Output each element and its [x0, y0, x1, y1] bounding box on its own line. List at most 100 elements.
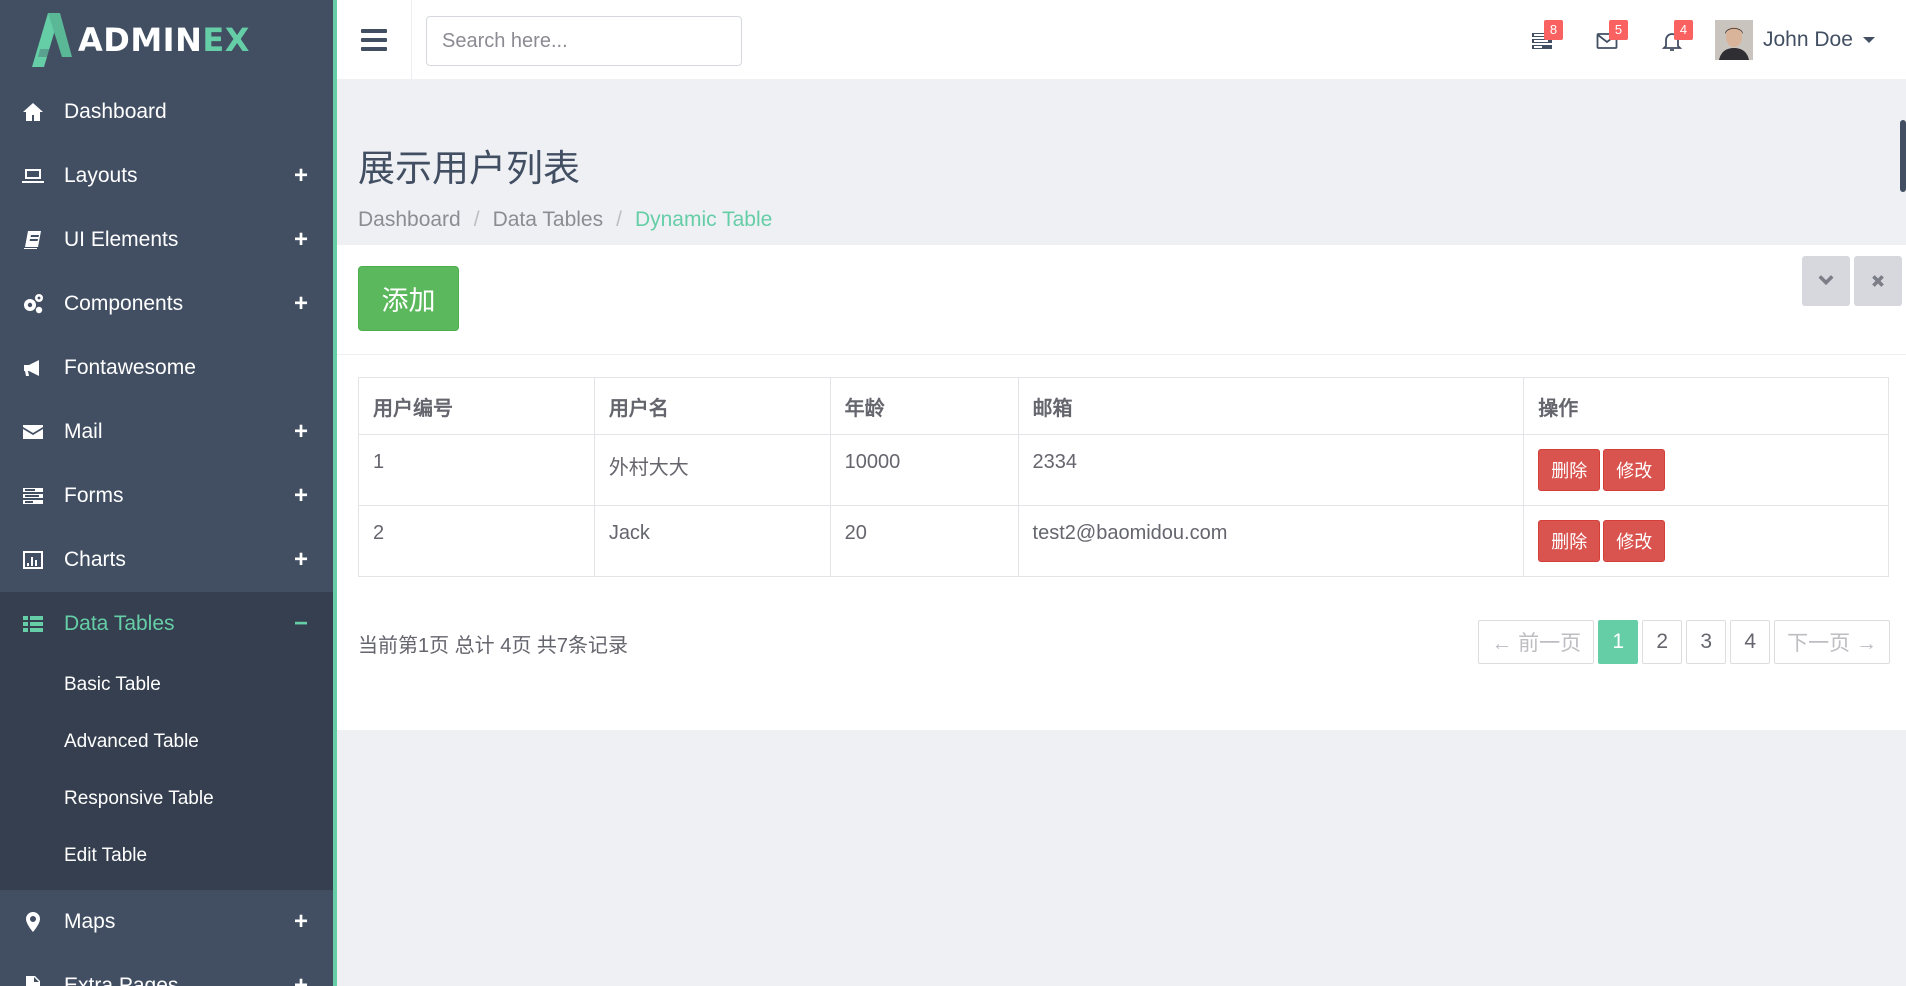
- user-table-wrapper: 用户编号 用户名 年龄 邮箱 操作 1 外村大大 10000 2334 删除 修改: [358, 377, 1889, 577]
- sidebar-item-layouts[interactable]: Layouts +: [0, 144, 333, 208]
- tasks-notification[interactable]: 8: [1525, 20, 1563, 58]
- sidebar-item-maps[interactable]: Maps +: [0, 890, 333, 954]
- sidebar-item-charts[interactable]: Charts +: [0, 528, 333, 592]
- logo-icon: [32, 13, 72, 67]
- table-panel: 添加 用户编号 用户名 年龄 邮箱 操作 1 外村大大 10000 2334 删…: [337, 245, 1906, 730]
- envelope-icon: [20, 419, 46, 445]
- alerts-notification[interactable]: 4: [1655, 20, 1693, 58]
- sidebar-item-components[interactable]: Components +: [0, 272, 333, 336]
- minus-icon: −: [293, 610, 308, 637]
- plus-icon: +: [293, 908, 308, 935]
- close-icon: [1872, 275, 1884, 287]
- edit-button[interactable]: 修改: [1603, 449, 1666, 491]
- laptop-icon: [20, 163, 46, 189]
- bullhorn-icon: [20, 355, 46, 381]
- column-header-age: 年龄: [829, 377, 1019, 435]
- avatar: [1715, 20, 1753, 60]
- breadcrumb: Dashboard / Data Tables / Dynamic Table: [358, 208, 772, 232]
- mail-notification[interactable]: 5: [1590, 20, 1628, 58]
- search-input[interactable]: [426, 16, 742, 66]
- page-button-4[interactable]: 4: [1730, 620, 1771, 664]
- scrollbar-thumb[interactable]: [1900, 120, 1906, 192]
- submenu-item-advanced-table[interactable]: Advanced Table: [0, 713, 333, 770]
- breadcrumb-item-current: Dynamic Table: [634, 208, 773, 231]
- sidebar-item-label: UI Elements: [64, 228, 179, 251]
- page-button-1[interactable]: 1: [1598, 620, 1639, 664]
- home-icon: [20, 99, 46, 125]
- sidebar-item-label: Mail: [64, 420, 103, 443]
- column-header-email: 邮箱: [1017, 377, 1525, 435]
- sidebar-item-dashboard[interactable]: Dashboard: [0, 80, 333, 144]
- user-name: John Doe: [1763, 28, 1853, 51]
- pagination-info: 当前第1页 总计 4页 共7条记录: [358, 635, 629, 657]
- cell-id: 1: [358, 434, 595, 506]
- user-menu[interactable]: John Doe: [1715, 18, 1875, 62]
- cell-id: 2: [358, 505, 595, 577]
- cell-age: 10000: [829, 434, 1019, 506]
- breadcrumb-separator: /: [473, 208, 480, 231]
- cell-actions: 删除 修改: [1523, 505, 1889, 577]
- submenu-item-edit-table[interactable]: Edit Table: [0, 827, 333, 884]
- sidebar-nav-lower: Maps + Extra Pages +: [0, 890, 333, 986]
- book-icon: [20, 227, 46, 253]
- cell-email: test2@baomidou.com: [1017, 505, 1525, 577]
- plus-icon: +: [293, 226, 308, 253]
- page-heading: 展示用户列表 Dashboard / Data Tables / Dynamic…: [358, 138, 772, 232]
- sidebar-item-extra-pages[interactable]: Extra Pages +: [0, 954, 333, 986]
- brand-name: ADMINEX: [78, 21, 250, 59]
- submenu-item-responsive-table[interactable]: Responsive Table: [0, 770, 333, 827]
- column-header-name: 用户名: [593, 377, 831, 435]
- sidebar-item-data-tables[interactable]: Data Tables −: [0, 592, 333, 656]
- table-row: 1 外村大大 10000 2334 删除 修改: [358, 434, 1889, 506]
- pagination: ← 前一页 1 2 3 4 下一页 →: [1474, 620, 1890, 664]
- sidebar-item-forms[interactable]: Forms +: [0, 464, 333, 528]
- breadcrumb-item-dashboard[interactable]: Dashboard: [358, 208, 461, 232]
- sidebar-nav: Dashboard Layouts + UI Elements + Compon…: [0, 80, 333, 656]
- menu-toggle-icon[interactable]: [337, 0, 412, 79]
- table-header-row: 用户编号 用户名 年龄 邮箱 操作: [358, 377, 1889, 435]
- brand-logo[interactable]: ADMINEX: [0, 0, 333, 80]
- column-header-id: 用户编号: [358, 377, 595, 435]
- sidebar-item-mail[interactable]: Mail +: [0, 400, 333, 464]
- sidebar-item-label: Layouts: [64, 164, 138, 187]
- sidebar-item-ui-elements[interactable]: UI Elements +: [0, 208, 333, 272]
- data-tables-submenu: Basic Table Advanced Table Responsive Ta…: [0, 656, 333, 890]
- sidebar-item-label: Data Tables: [64, 612, 175, 635]
- notification-badge: 4: [1674, 20, 1693, 40]
- cell-age: 20: [829, 505, 1019, 577]
- edit-button[interactable]: 修改: [1603, 520, 1666, 562]
- panel-toolbar: 添加: [337, 245, 1906, 355]
- sidebar-item-label: Fontawesome: [64, 356, 196, 379]
- cell-email: 2334: [1017, 434, 1525, 506]
- prev-page-button[interactable]: ← 前一页: [1478, 620, 1595, 664]
- cogs-icon: [20, 291, 46, 317]
- sidebar-item-fontawesome[interactable]: Fontawesome: [0, 336, 333, 400]
- sidebar-item-label: Components: [64, 292, 184, 315]
- sidebar: ADMINEX Dashboard Layouts + UI Elements …: [0, 0, 337, 986]
- submenu-item-basic-table[interactable]: Basic Table: [0, 656, 333, 713]
- map-marker-icon: [20, 909, 46, 935]
- breadcrumb-separator: /: [616, 208, 622, 231]
- plus-icon: +: [293, 546, 308, 573]
- add-button[interactable]: 添加: [358, 266, 459, 331]
- plus-icon: +: [293, 290, 308, 317]
- close-button[interactable]: [1854, 256, 1902, 306]
- sidebar-item-label: Charts: [64, 548, 126, 571]
- breadcrumb-item-data-tables[interactable]: Data Tables: [493, 208, 604, 232]
- th-list-icon: [20, 611, 46, 637]
- collapse-button[interactable]: [1802, 256, 1850, 306]
- user-table: 用户编号 用户名 年龄 邮箱 操作 1 外村大大 10000 2334 删除 修改: [358, 377, 1889, 577]
- next-page-button[interactable]: 下一页 →: [1774, 620, 1890, 664]
- sidebar-item-label: Forms: [64, 484, 124, 507]
- table-row: 2 Jack 20 test2@baomidou.com 删除 修改: [358, 505, 1889, 577]
- column-header-actions: 操作: [1523, 377, 1889, 435]
- page-button-2[interactable]: 2: [1642, 620, 1683, 664]
- sidebar-item-label: Extra Pages: [64, 974, 179, 986]
- caret-down-icon: [1862, 37, 1875, 43]
- cell-name: 外村大大: [593, 434, 831, 506]
- plus-icon: +: [293, 162, 308, 189]
- delete-button[interactable]: 删除: [1538, 449, 1601, 491]
- delete-button[interactable]: 删除: [1538, 520, 1601, 562]
- page-button-3[interactable]: 3: [1686, 620, 1727, 664]
- notification-badge: 8: [1544, 20, 1563, 40]
